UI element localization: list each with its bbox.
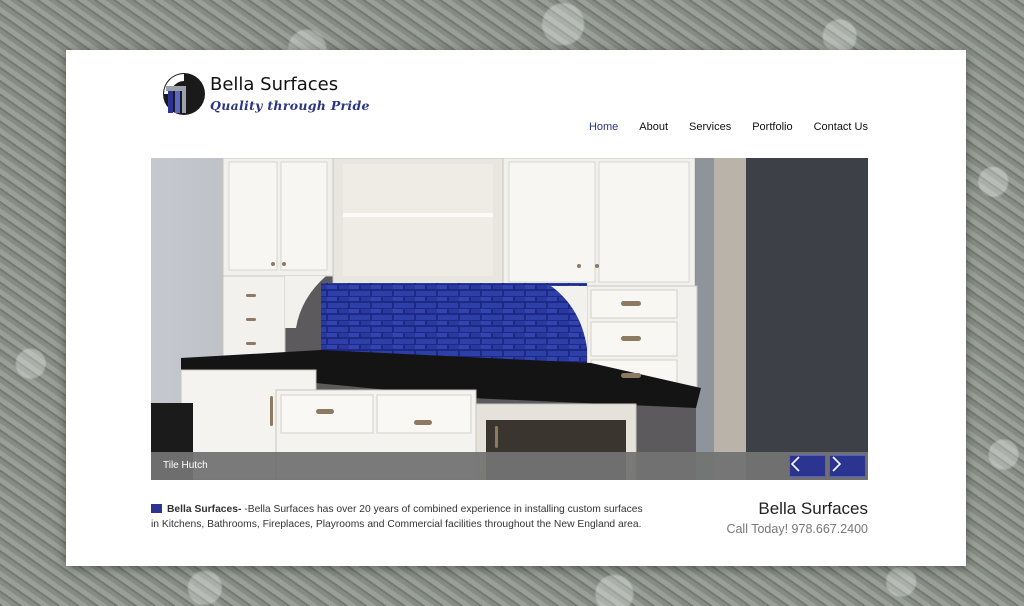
contact-company-name: Bella Surfaces (758, 499, 868, 518)
intro-lead: Bella Surfaces- (167, 504, 242, 515)
nav-home[interactable]: Home (589, 121, 618, 133)
brand-name: Bella Surfaces (210, 74, 339, 95)
slide-image (151, 158, 868, 480)
main-nav: Home About Services Portfolio Contact Us (589, 121, 868, 133)
bullet-square-icon (151, 504, 162, 513)
logo[interactable]: Bella Surfaces Quality through Pride (162, 70, 369, 118)
slider-prev-button[interactable] (789, 455, 826, 477)
slider-next-button[interactable] (829, 455, 866, 477)
slide-caption-bar: Tile Hutch (151, 452, 868, 480)
brand-tagline: Quality through Pride (210, 98, 370, 113)
nav-about[interactable]: About (639, 121, 668, 133)
chevron-right-icon (832, 456, 842, 472)
nav-portfolio[interactable]: Portfolio (752, 121, 792, 133)
contact-phone[interactable]: Call Today! 978.667.2400 (726, 522, 868, 536)
page-container: Bella Surfaces Quality through Pride Hom… (66, 50, 966, 566)
intro-paragraph: Bella Surfaces- -Bella Surfaces has over… (151, 502, 651, 532)
chevron-left-icon (790, 456, 800, 472)
slide-caption: Tile Hutch (163, 460, 208, 471)
image-slider[interactable]: Tile Hutch (151, 158, 868, 480)
nav-services[interactable]: Services (689, 121, 731, 133)
logo-mark-icon (163, 73, 205, 115)
nav-contact-us[interactable]: Contact Us (814, 121, 868, 133)
